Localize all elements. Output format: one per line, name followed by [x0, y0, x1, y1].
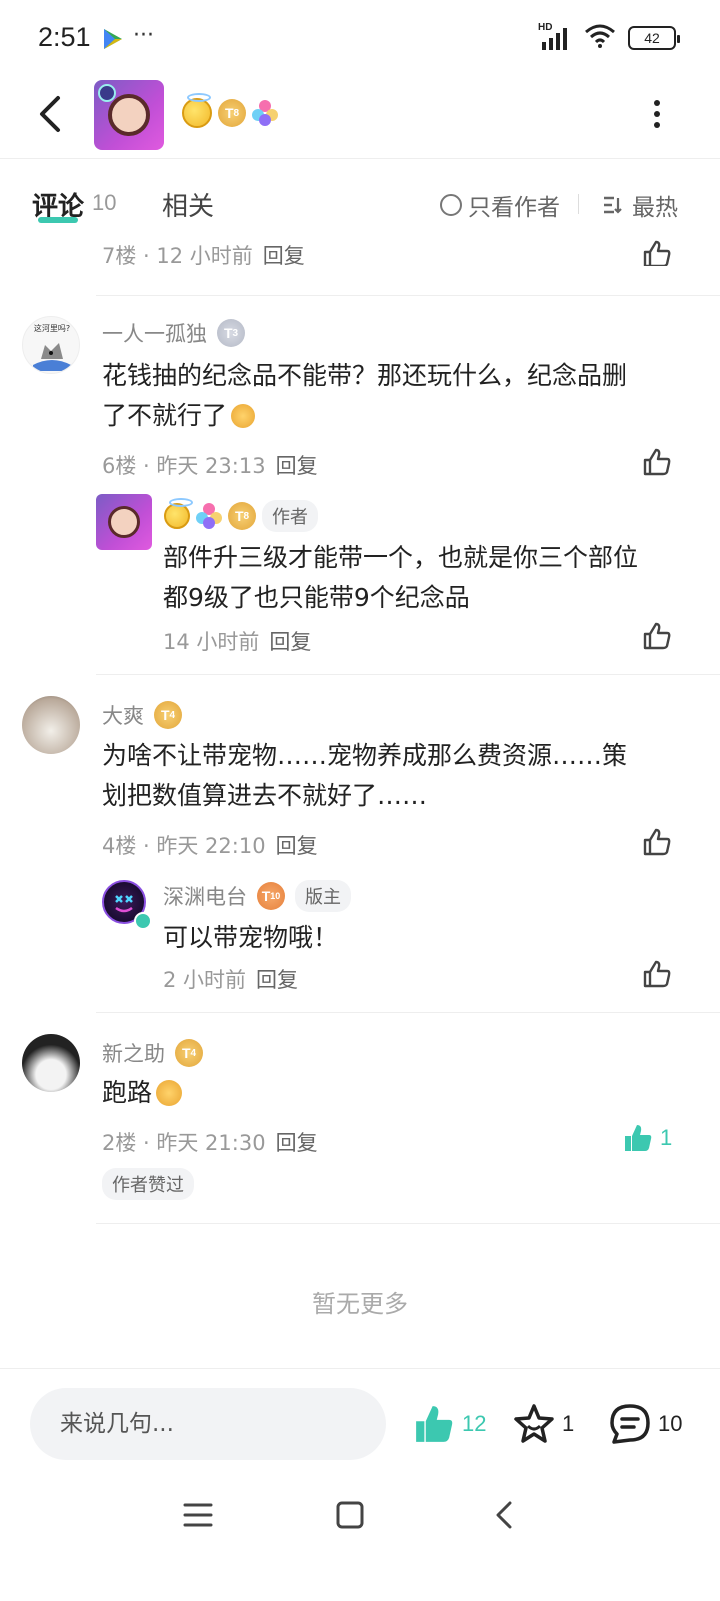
status-more-dots: ··· — [133, 23, 154, 48]
emoji-sticker-icon — [231, 404, 256, 428]
header-divider — [0, 158, 720, 159]
thumb-up-icon[interactable] — [641, 238, 673, 266]
level-badge: T8 — [228, 502, 256, 530]
comments-button[interactable]: 10 — [608, 1402, 682, 1446]
level-badge: T8 — [218, 99, 246, 127]
flower-badge-icon — [252, 100, 278, 126]
nav-back-icon[interactable] — [488, 1500, 520, 1530]
status-time: 2:51 — [38, 22, 91, 52]
level-badge: T4 — [154, 701, 182, 729]
sort-hot-button[interactable]: 最热 — [602, 188, 678, 222]
level-badge: T4 — [175, 1039, 203, 1067]
reply-author-name[interactable]: 深渊电台 — [163, 881, 247, 911]
author-avatar[interactable] — [94, 80, 164, 150]
like-button-active[interactable]: 1 — [622, 1122, 672, 1154]
favorite-button[interactable]: 1 — [512, 1402, 574, 1446]
reply-meta: 14 小时前 回复 — [163, 630, 312, 654]
thumb-up-icon[interactable] — [641, 446, 673, 478]
wifi-icon — [584, 24, 616, 52]
comment-divider — [96, 295, 720, 296]
play-store-icon — [102, 27, 124, 51]
back-button[interactable] — [34, 94, 70, 134]
halo-emoji-badge — [164, 498, 193, 529]
reply-button[interactable]: 回复 — [276, 1131, 318, 1155]
reply-meta: 2 小时前 回复 — [163, 968, 299, 992]
comment-meta: 2楼 · 昨天 21:30 回复 — [102, 1131, 318, 1155]
reply-author-avatar[interactable] — [96, 494, 152, 550]
comment-input-box[interactable] — [30, 1388, 386, 1460]
thumb-up-icon[interactable] — [641, 958, 673, 990]
thumb-up-icon[interactable] — [641, 826, 673, 858]
comment-header: 大爽 T4 — [102, 700, 182, 730]
comment-divider — [96, 674, 720, 675]
status-icons: HD 42 — [538, 22, 680, 52]
home-icon[interactable] — [334, 1500, 366, 1530]
comment-header: 新之助 T4 — [102, 1038, 203, 1068]
reply-button[interactable]: 回复 — [269, 630, 311, 654]
reply-author-badges: T8 作者 — [164, 498, 318, 532]
level-badge: T 10 — [257, 882, 285, 910]
commenter-name[interactable]: 新之助 — [102, 1038, 165, 1068]
verified-icon — [134, 912, 152, 930]
reply-header: 深渊电台 T 10 版主 — [163, 880, 351, 912]
comment-text: 跑路 — [102, 1073, 183, 1113]
flower-badge-icon — [196, 503, 222, 529]
level-badge: T3 — [217, 319, 245, 347]
comment-text: 为啥不让带宠物……宠物养成那么费资源……策 划把数值算进去不就好了…… — [102, 741, 628, 810]
tab-active-indicator — [38, 217, 78, 223]
comment-input[interactable] — [30, 1388, 386, 1460]
reply-text: 可以带宠物哦！ — [163, 923, 339, 952]
sort-icon — [604, 196, 622, 214]
comment-divider — [96, 1012, 720, 1013]
commenter-name[interactable]: 大爽 — [102, 700, 144, 730]
author-tag: 作者 — [262, 500, 318, 532]
commenter-avatar[interactable] — [22, 1034, 80, 1092]
author-badges: T8 — [182, 93, 278, 128]
radio-icon — [440, 194, 462, 216]
comment-text: 花钱抽的纪念品不能带？那还玩什么，纪念品删 了不就行了 — [102, 361, 628, 430]
tab-related[interactable]: 相关 — [162, 186, 214, 223]
reply-button[interactable]: 回复 — [256, 968, 298, 992]
clipped-comment-row: 7楼 · 12 小时前 回复 — [0, 236, 720, 266]
comment-header: 一人一孤独 T3 — [102, 318, 245, 348]
only-author-toggle[interactable]: 只看作者 — [440, 188, 560, 222]
commenter-name[interactable]: 一人一孤独 — [102, 318, 207, 348]
commenter-avatar[interactable] — [22, 696, 80, 754]
commenter-avatar[interactable]: 这河里吗? — [22, 316, 80, 374]
tab-comments-count: 10 — [92, 190, 117, 215]
back-arrow-icon — [40, 96, 60, 132]
thumb-up-filled-icon — [416, 1406, 453, 1442]
comment-bubble-icon — [610, 1404, 650, 1444]
reply-text: 部件升三级才能带一个，也就是你三个部位 都9级了也只能带9个纪念品 — [163, 543, 639, 612]
no-more-text: 暂无更多 — [312, 1290, 408, 1318]
author-liked-tag: 作者赞过 — [102, 1168, 194, 1200]
post-like-button[interactable]: 12 — [412, 1402, 486, 1446]
emoji-sticker-icon — [156, 1080, 183, 1106]
battery-icon: 42 — [628, 26, 680, 50]
moderator-tag: 版主 — [295, 880, 351, 912]
bottom-bar-divider — [0, 1368, 720, 1369]
halo-emoji-badge — [182, 93, 212, 128]
more-options-button[interactable] — [652, 100, 662, 128]
comment-divider — [96, 1223, 720, 1224]
thumb-up-filled-icon — [625, 1125, 652, 1151]
reply-button[interactable]: 回复 — [276, 834, 318, 858]
reply-button[interactable]: 回复 — [276, 454, 318, 478]
star-icon — [514, 1404, 554, 1443]
thumb-up-icon[interactable] — [641, 620, 673, 652]
comment-meta: 6楼 · 昨天 23:13 回复 — [102, 454, 318, 478]
signal-icon: HD — [538, 22, 572, 50]
tab-separator — [578, 194, 579, 214]
comment-meta: 4楼 · 昨天 22:10 回复 — [102, 834, 318, 858]
menu-icon[interactable] — [182, 1500, 214, 1530]
